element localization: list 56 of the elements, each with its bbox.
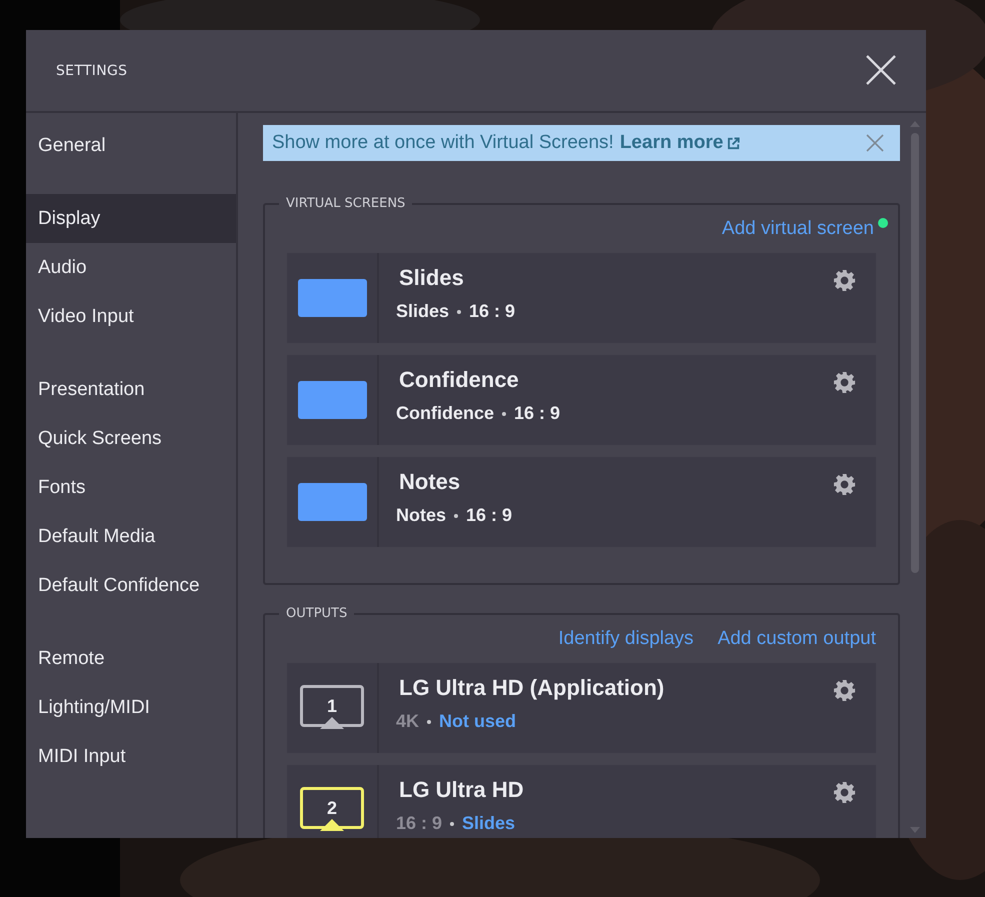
screen-card[interactable]: Notes Notes 16 : 9 — [287, 457, 876, 547]
sidebar-item[interactable]: MIDI Input — [26, 732, 236, 781]
banner-text: Show more at once with Virtual Screens! — [272, 132, 614, 154]
output-name: LG Ultra HD (Application) — [399, 675, 664, 701]
sidebar-item[interactable]: Presentation — [26, 365, 236, 414]
action-link[interactable]: Add custom output — [718, 628, 876, 650]
sidebar-item[interactable]: Video Input — [26, 292, 236, 341]
screen-card[interactable]: Slides Slides 16 : 9 — [287, 253, 876, 343]
window-title: SETTINGS — [56, 62, 128, 78]
separator-dot — [454, 514, 458, 518]
screen-type: Confidence — [396, 403, 494, 424]
screen-thumbnail — [298, 381, 366, 419]
output-spec: 16 : 9 — [396, 813, 442, 834]
separator-dot — [427, 720, 432, 724]
settings-icon[interactable] — [833, 269, 856, 292]
screen-thumbnail — [298, 483, 366, 521]
output-name: LG Ultra HD — [399, 777, 524, 803]
screen-ratio: 16 : 9 — [514, 403, 560, 424]
sidebar-item[interactable]: General — [26, 121, 236, 170]
sidebar-item[interactable]: Audio — [26, 243, 236, 292]
screen-card[interactable]: Confidence Confidence 16 : 9 — [287, 355, 876, 445]
separator-dot — [502, 412, 506, 416]
screen-ratio: 16 : 9 — [466, 505, 512, 526]
monitor-icon: 1 — [300, 685, 364, 727]
learn-more-link[interactable]: Learn more — [620, 132, 724, 154]
monitor-icon: 2 — [300, 787, 364, 829]
assignment-link[interactable]: Slides — [462, 813, 516, 834]
screen-name: Slides — [399, 265, 464, 291]
settings-icon[interactable] — [833, 473, 856, 496]
separator-dot — [457, 310, 462, 314]
output-spec: 4K — [396, 711, 420, 732]
output-card[interactable]: 2 LG Ultra HD 16 : 9 Slides — [287, 765, 876, 838]
screen-name: Notes — [399, 469, 460, 495]
screen-type: Slides — [396, 301, 450, 322]
add-virtual-screen-link[interactable]: Add virtual screen — [722, 218, 874, 240]
sidebar-item[interactable]: Fonts — [26, 463, 236, 512]
settings-icon[interactable] — [833, 371, 856, 394]
settings-icon[interactable] — [833, 679, 856, 702]
external-link-icon — [727, 136, 740, 150]
action-link[interactable]: Identify displays — [558, 628, 694, 650]
scrollbar[interactable] — [909, 121, 921, 833]
screen-name: Confidence — [399, 367, 519, 393]
sidebar-item[interactable]: Lighting/MIDI — [26, 683, 236, 732]
sidebar-item[interactable]: Default Media — [26, 512, 236, 561]
screen-thumbnail — [298, 279, 366, 317]
separator-dot — [450, 822, 454, 826]
sidebar-item[interactable]: Display — [26, 194, 236, 243]
sidebar-item[interactable]: Quick Screens — [26, 414, 236, 463]
assignment-link[interactable]: Not used — [439, 711, 516, 732]
output-card[interactable]: 1 LG Ultra HD (Application) 4K Not used — [287, 663, 876, 753]
settings-icon[interactable] — [833, 781, 856, 804]
screen-type: Notes — [396, 505, 446, 526]
sidebar-item[interactable]: Default Confidence — [26, 561, 236, 610]
sidebar-item[interactable]: Remote — [26, 634, 236, 683]
status-dot — [878, 218, 888, 228]
screen-ratio: 16 : 9 — [469, 301, 516, 322]
